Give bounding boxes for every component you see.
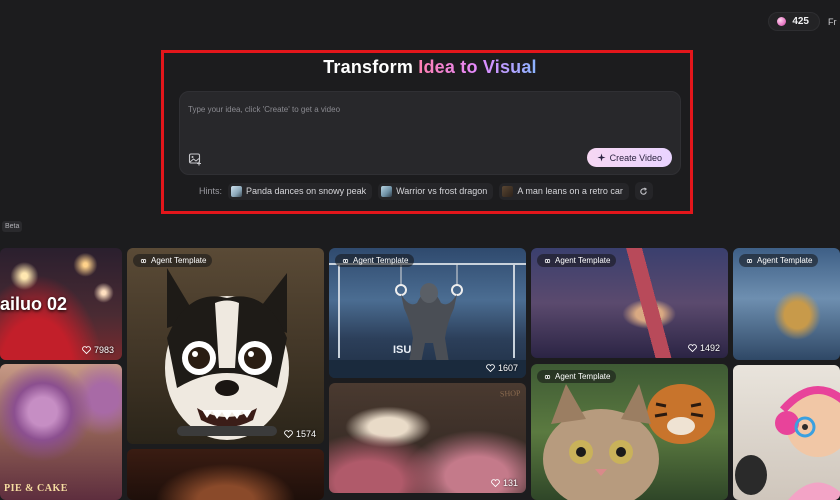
card-artwork xyxy=(0,364,122,500)
agent-template-badge: Agent Template xyxy=(537,254,617,267)
beta-tag: Beta xyxy=(2,221,23,232)
badge-label: Agent Template xyxy=(555,256,611,265)
gallery-card-hailuo[interactable]: ailuo 02 7983 xyxy=(0,248,122,360)
infinity-icon xyxy=(342,258,349,263)
infinity-icon xyxy=(746,258,753,263)
gallery-card-cat-tiger[interactable]: Agent Template xyxy=(531,364,728,500)
badge-label: Agent Template xyxy=(757,256,813,265)
gallery-card-leopard[interactable]: Agent Template xyxy=(733,248,840,360)
likes-count: 7983 xyxy=(82,345,114,355)
svg-text:ISU: ISU xyxy=(393,344,411,356)
infinity-icon xyxy=(140,258,147,263)
agent-template-badge: Agent Template xyxy=(537,370,617,383)
gorilla-illustration: ISU xyxy=(329,263,526,378)
likes-value: 1574 xyxy=(295,429,316,439)
infinity-icon xyxy=(544,374,551,379)
likes-count: 1492 xyxy=(688,343,720,353)
plan-label[interactable]: Fr xyxy=(828,17,840,27)
heart-icon xyxy=(486,364,495,372)
gallery-card-dark-portrait[interactable] xyxy=(127,449,324,500)
cat-tiger-illustration xyxy=(543,384,715,500)
infinity-icon xyxy=(544,258,551,263)
gallery-card-dog[interactable]: Agent Template 1574 xyxy=(127,248,324,444)
shop-sign-text: SHOP xyxy=(499,388,521,399)
gallery-card-girl-headphones[interactable] xyxy=(733,365,840,500)
likes-value: 1492 xyxy=(699,343,720,353)
agent-template-badge: Agent Template xyxy=(739,254,819,267)
likes-count: 1607 xyxy=(486,363,518,373)
topbar: 425 Fr xyxy=(768,12,840,31)
girl-illustration xyxy=(735,386,840,500)
likes-count: 131 xyxy=(491,478,518,488)
dog-illustration xyxy=(165,268,289,440)
card-sign-text: PIE & CAKE xyxy=(4,483,68,494)
heart-icon xyxy=(82,346,91,354)
gem-icon xyxy=(777,17,787,26)
card-artwork xyxy=(329,383,526,493)
gallery-card-climber-cat[interactable]: Agent Template 1492 xyxy=(531,248,728,358)
credits-badge[interactable]: 425 xyxy=(768,12,820,31)
agent-template-badge: Agent Template xyxy=(335,254,415,267)
likes-value: 131 xyxy=(502,478,518,488)
badge-label: Agent Template xyxy=(555,372,611,381)
heart-icon xyxy=(284,430,293,438)
heart-icon xyxy=(491,479,500,487)
badge-label: Agent Template xyxy=(151,256,207,265)
gallery-card-gorilla[interactable]: ISU Agent Template 1607 xyxy=(329,248,526,378)
likes-count: 1574 xyxy=(284,429,316,439)
card-overlay-text: ailuo 02 xyxy=(0,294,68,314)
gallery-card-flower-shop[interactable]: SHOP 131 xyxy=(329,383,526,493)
likes-value: 7983 xyxy=(93,345,114,355)
badge-label: Agent Template xyxy=(353,256,409,265)
likes-value: 1607 xyxy=(497,363,518,373)
gallery-card-rose-cake[interactable]: PIE & CAKE xyxy=(0,364,122,500)
card-artwork xyxy=(127,449,324,500)
agent-template-badge: Agent Template xyxy=(133,254,213,267)
credits-count: 425 xyxy=(792,16,809,27)
highlight-frame xyxy=(161,50,693,214)
heart-icon xyxy=(688,344,697,352)
